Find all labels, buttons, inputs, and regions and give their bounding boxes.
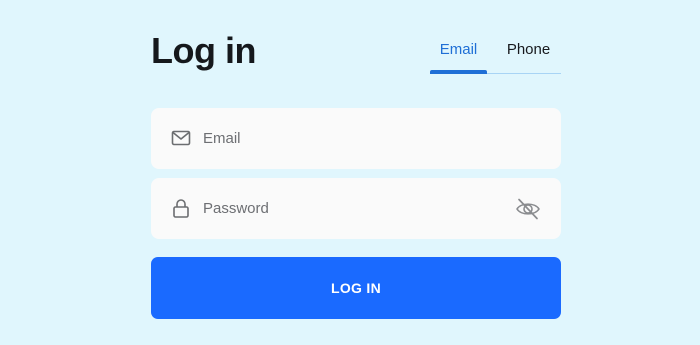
page-title: Log in xyxy=(151,30,256,71)
login-button[interactable]: LOG IN xyxy=(151,257,561,319)
tab-phone[interactable]: Phone xyxy=(496,35,561,73)
active-tab-indicator xyxy=(430,70,487,74)
login-method-tabs: Email Phone xyxy=(430,35,561,74)
lock-icon xyxy=(171,198,191,218)
eye-off-icon[interactable] xyxy=(514,196,542,222)
email-input[interactable] xyxy=(203,108,503,169)
password-field-container[interactable] xyxy=(151,178,561,239)
login-form: Log in Email Phone Email LOG IN xyxy=(151,0,561,345)
password-input[interactable] xyxy=(203,178,503,239)
tab-email[interactable]: Email xyxy=(430,35,487,73)
email-field-container[interactable] xyxy=(151,108,561,169)
mail-icon xyxy=(171,128,191,148)
